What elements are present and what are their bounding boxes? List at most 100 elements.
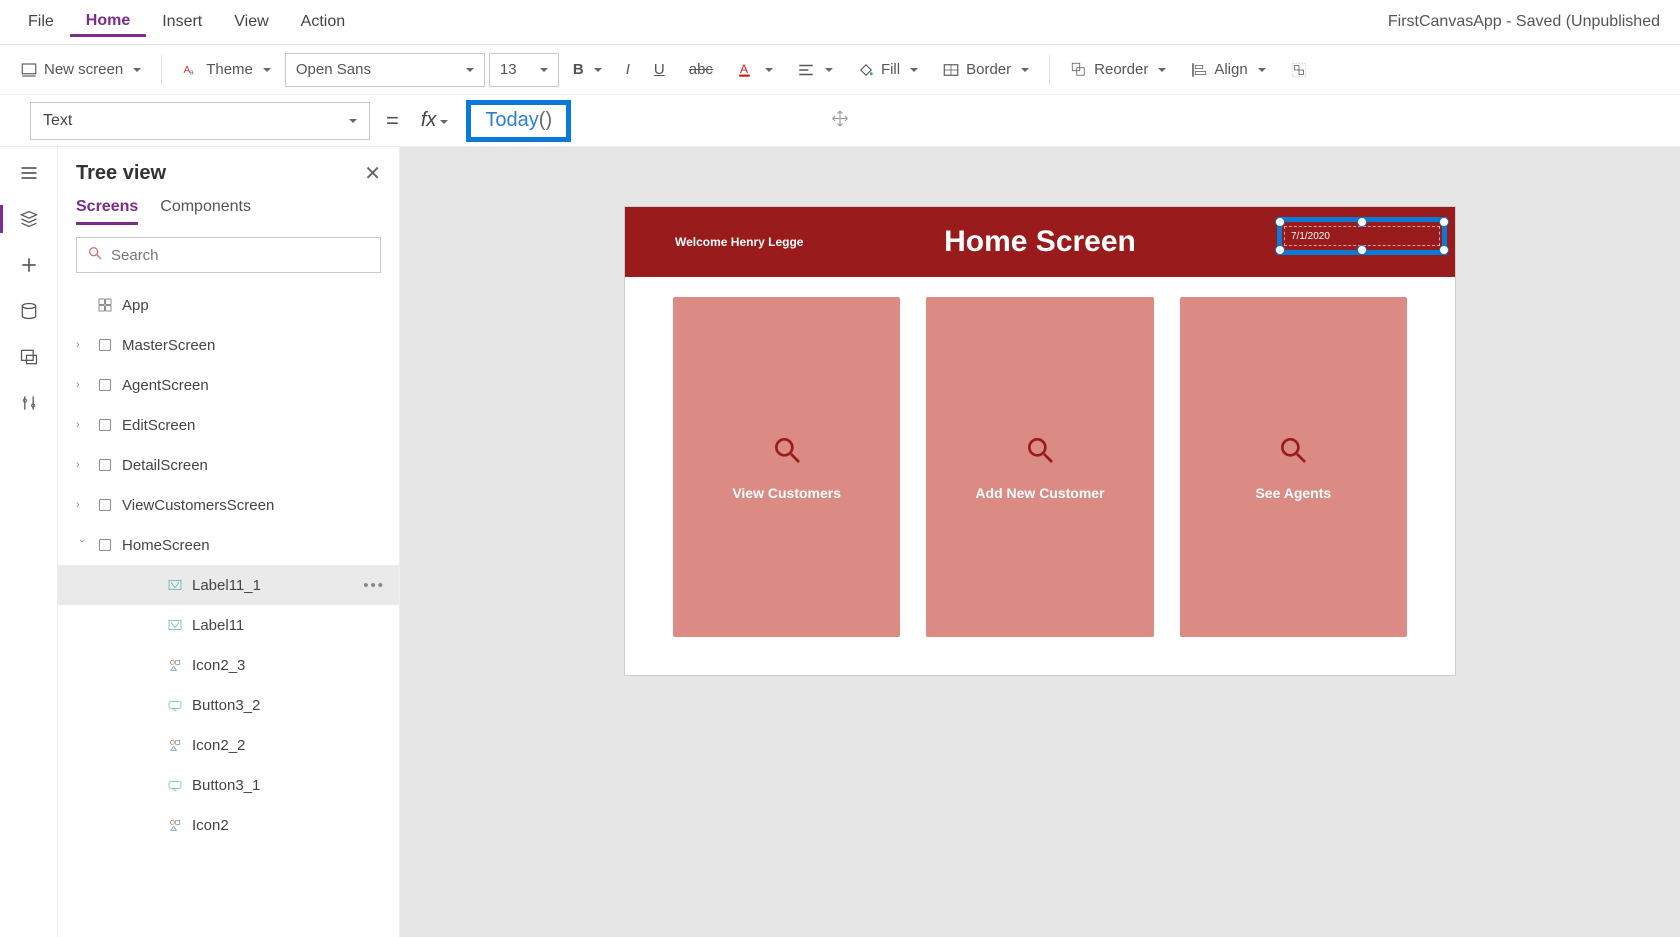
card-view-customers[interactable]: View Customers [673, 297, 900, 637]
expand-icon[interactable]: › [76, 499, 88, 511]
menu-action[interactable]: Action [285, 9, 361, 35]
expand-icon[interactable]: › [76, 379, 88, 391]
icon-control-icon [166, 656, 184, 674]
button-icon [166, 696, 184, 714]
bold-button[interactable]: B [563, 57, 612, 82]
tree-item-label: EditScreen [122, 417, 195, 434]
screen-icon [96, 416, 114, 434]
tree-item-label: App [122, 297, 149, 314]
formula-input[interactable]: Today() [466, 100, 571, 142]
tree-search-input[interactable] [111, 247, 370, 264]
canvas[interactable]: Welcome Henry Legge Home Screen 7/1/2020 [625, 207, 1455, 675]
tree-search[interactable] [76, 237, 381, 273]
collapse-icon[interactable]: › [76, 539, 88, 551]
chevron-down-icon [761, 61, 773, 78]
rail-hamburger[interactable] [17, 161, 41, 185]
chevron-down-icon [129, 61, 141, 78]
app-header: Welcome Henry Legge Home Screen 7/1/2020 [625, 207, 1455, 277]
tree-item-icon2[interactable]: Icon2 [58, 805, 399, 845]
fx-button[interactable]: fx [415, 109, 455, 132]
tree-item-masterscreen[interactable]: › MasterScreen [58, 325, 399, 365]
chevron-down-icon [906, 61, 918, 78]
tree-item-label: Button3_1 [192, 777, 260, 794]
menu-insert[interactable]: Insert [146, 9, 218, 35]
close-icon[interactable]: ✕ [364, 161, 381, 186]
selected-date-label[interactable]: 7/1/2020 [1277, 217, 1447, 255]
reorder-button[interactable]: Reorder [1060, 57, 1176, 83]
tree-item-editscreen[interactable]: › EditScreen [58, 405, 399, 445]
app-icon [96, 296, 114, 314]
expand-icon[interactable]: › [76, 339, 88, 351]
screen-icon [20, 61, 38, 79]
formula-function: Today [485, 109, 538, 132]
border-button[interactable]: Border [932, 57, 1039, 83]
tree-item-icon2-2[interactable]: Icon2_2 [58, 725, 399, 765]
svg-text:A: A [740, 62, 748, 76]
underline-button[interactable]: U [644, 57, 675, 82]
tree-item-button3-1[interactable]: Button3_1 [58, 765, 399, 805]
chevron-down-icon [1154, 61, 1166, 78]
font-color-button[interactable]: A [727, 57, 783, 83]
align-button[interactable]: Align [1180, 57, 1275, 83]
tree-item-label11-1[interactable]: Label11_1 ••• [58, 565, 399, 605]
more-icon[interactable]: ••• [363, 577, 385, 594]
tree-item-homescreen[interactable]: › HomeScreen [58, 525, 399, 565]
tree-item-label11[interactable]: Label11 [58, 605, 399, 645]
tree-item-detailscreen[interactable]: › DetailScreen [58, 445, 399, 485]
card-add-customer[interactable]: Add New Customer [926, 297, 1153, 637]
expand-icon[interactable]: › [76, 459, 88, 471]
property-select[interactable]: Text [30, 102, 370, 140]
font-size-select[interactable]: 13 [489, 53, 559, 87]
rail-advanced[interactable] [17, 391, 41, 415]
search-icon [1024, 434, 1056, 469]
screen-icon [96, 456, 114, 474]
tab-screens[interactable]: Screens [76, 198, 138, 225]
tree-item-icon2-3[interactable]: Icon2_3 [58, 645, 399, 685]
tree-item-app[interactable]: App [58, 285, 399, 325]
body: Tree view ✕ Screens Components App › Mas… [0, 147, 1680, 937]
screen-icon [96, 496, 114, 514]
strikethrough-button[interactable]: abc [679, 57, 723, 82]
menu-view[interactable]: View [218, 9, 284, 35]
search-icon [1277, 434, 1309, 469]
formula-parens: () [539, 109, 552, 132]
tree-item-viewcustomersscreen[interactable]: › ViewCustomersScreen [58, 485, 399, 525]
rail-media[interactable] [17, 345, 41, 369]
text-align-button[interactable] [787, 57, 843, 83]
italic-button[interactable]: I [616, 57, 640, 82]
card-label: View Customers [732, 485, 841, 501]
menu-file[interactable]: File [12, 9, 70, 35]
svg-text:a: a [190, 67, 195, 76]
icon-control-icon [166, 816, 184, 834]
tree-view-panel: Tree view ✕ Screens Components App › Mas… [58, 147, 400, 937]
canvas-area[interactable]: Welcome Henry Legge Home Screen 7/1/2020 [400, 147, 1680, 937]
align-icon [1190, 61, 1208, 79]
tree-item-label: HomeScreen [122, 537, 210, 554]
chevron-down-icon [462, 61, 474, 78]
tree-list: App › MasterScreen › AgentScreen › EditS… [58, 285, 399, 937]
tree-item-label: DetailScreen [122, 457, 208, 474]
chevron-down-icon [1254, 61, 1266, 78]
fill-button[interactable]: Fill [847, 57, 928, 83]
rail-tree-view[interactable] [17, 207, 41, 231]
menu-home[interactable]: Home [70, 8, 146, 37]
font-color-icon: A [737, 61, 755, 79]
font-family-select[interactable]: Open Sans [285, 53, 485, 87]
font-size-value: 13 [500, 61, 517, 78]
chevron-down-icon [259, 61, 271, 78]
rail-insert[interactable] [17, 253, 41, 277]
screen-icon [96, 376, 114, 394]
tree-item-agentscreen[interactable]: › AgentScreen [58, 365, 399, 405]
group-button[interactable] [1280, 57, 1318, 83]
tree-item-button3-2[interactable]: Button3_2 [58, 685, 399, 725]
search-icon [87, 245, 103, 266]
rail-data[interactable] [17, 299, 41, 323]
move-handle-icon[interactable] [830, 108, 850, 133]
theme-button[interactable]: Aa Theme [172, 57, 281, 83]
new-screen-button[interactable]: New screen [10, 57, 151, 83]
ribbon: New screen Aa Theme Open Sans 13 B I U a… [0, 45, 1680, 95]
card-see-agents[interactable]: See Agents [1180, 297, 1407, 637]
align-label: Align [1214, 61, 1247, 78]
expand-icon[interactable]: › [76, 419, 88, 431]
tab-components[interactable]: Components [160, 198, 251, 225]
